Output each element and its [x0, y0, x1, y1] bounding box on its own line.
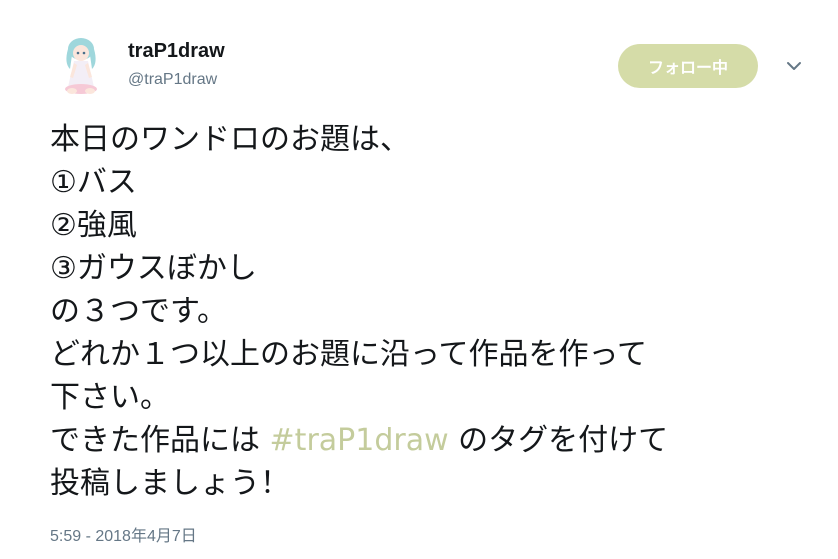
avatar[interactable]: [50, 33, 112, 99]
tweet-timestamp[interactable]: 5:59 - 2018年4月7日: [50, 522, 197, 546]
following-button[interactable]: フォロー中: [618, 44, 758, 88]
tweet-line: ③ガウスぼかし: [50, 251, 257, 286]
tweet-line: 本日のワンドロのお題は、: [50, 122, 410, 157]
tweet-text: 本日のワンドロのお題は、 ①バス ②強風 ③ガウスぼかし の３つです。 どれか１…: [50, 118, 810, 505]
tweet-line: 投稿しましょう！: [50, 466, 290, 501]
user-handle[interactable]: @traP1draw: [128, 71, 217, 89]
tweet-line: ①バス: [50, 165, 137, 200]
tweet-line-prefix: できた作品には: [50, 423, 270, 458]
tweet-line-with-hashtag: できた作品には #traP1draw のタグを付けて: [50, 419, 810, 462]
display-name[interactable]: traP1draw: [128, 40, 225, 63]
tweet-line: の３つです。: [50, 294, 227, 329]
avatar-illustration: [65, 38, 97, 94]
tweet-line-suffix: のタグを付けて: [448, 423, 669, 458]
tweet-header: traP1draw @traP1draw フォロー中: [0, 0, 838, 110]
chevron-down-icon[interactable]: [782, 56, 806, 76]
tweet-line: どれか１つ以上のお題に沿って作品を作って: [50, 337, 647, 372]
tweet-line: ②強風: [50, 208, 137, 243]
hashtag-link[interactable]: #traP1draw: [270, 423, 449, 458]
tweet-line: 下さい。: [50, 380, 170, 415]
